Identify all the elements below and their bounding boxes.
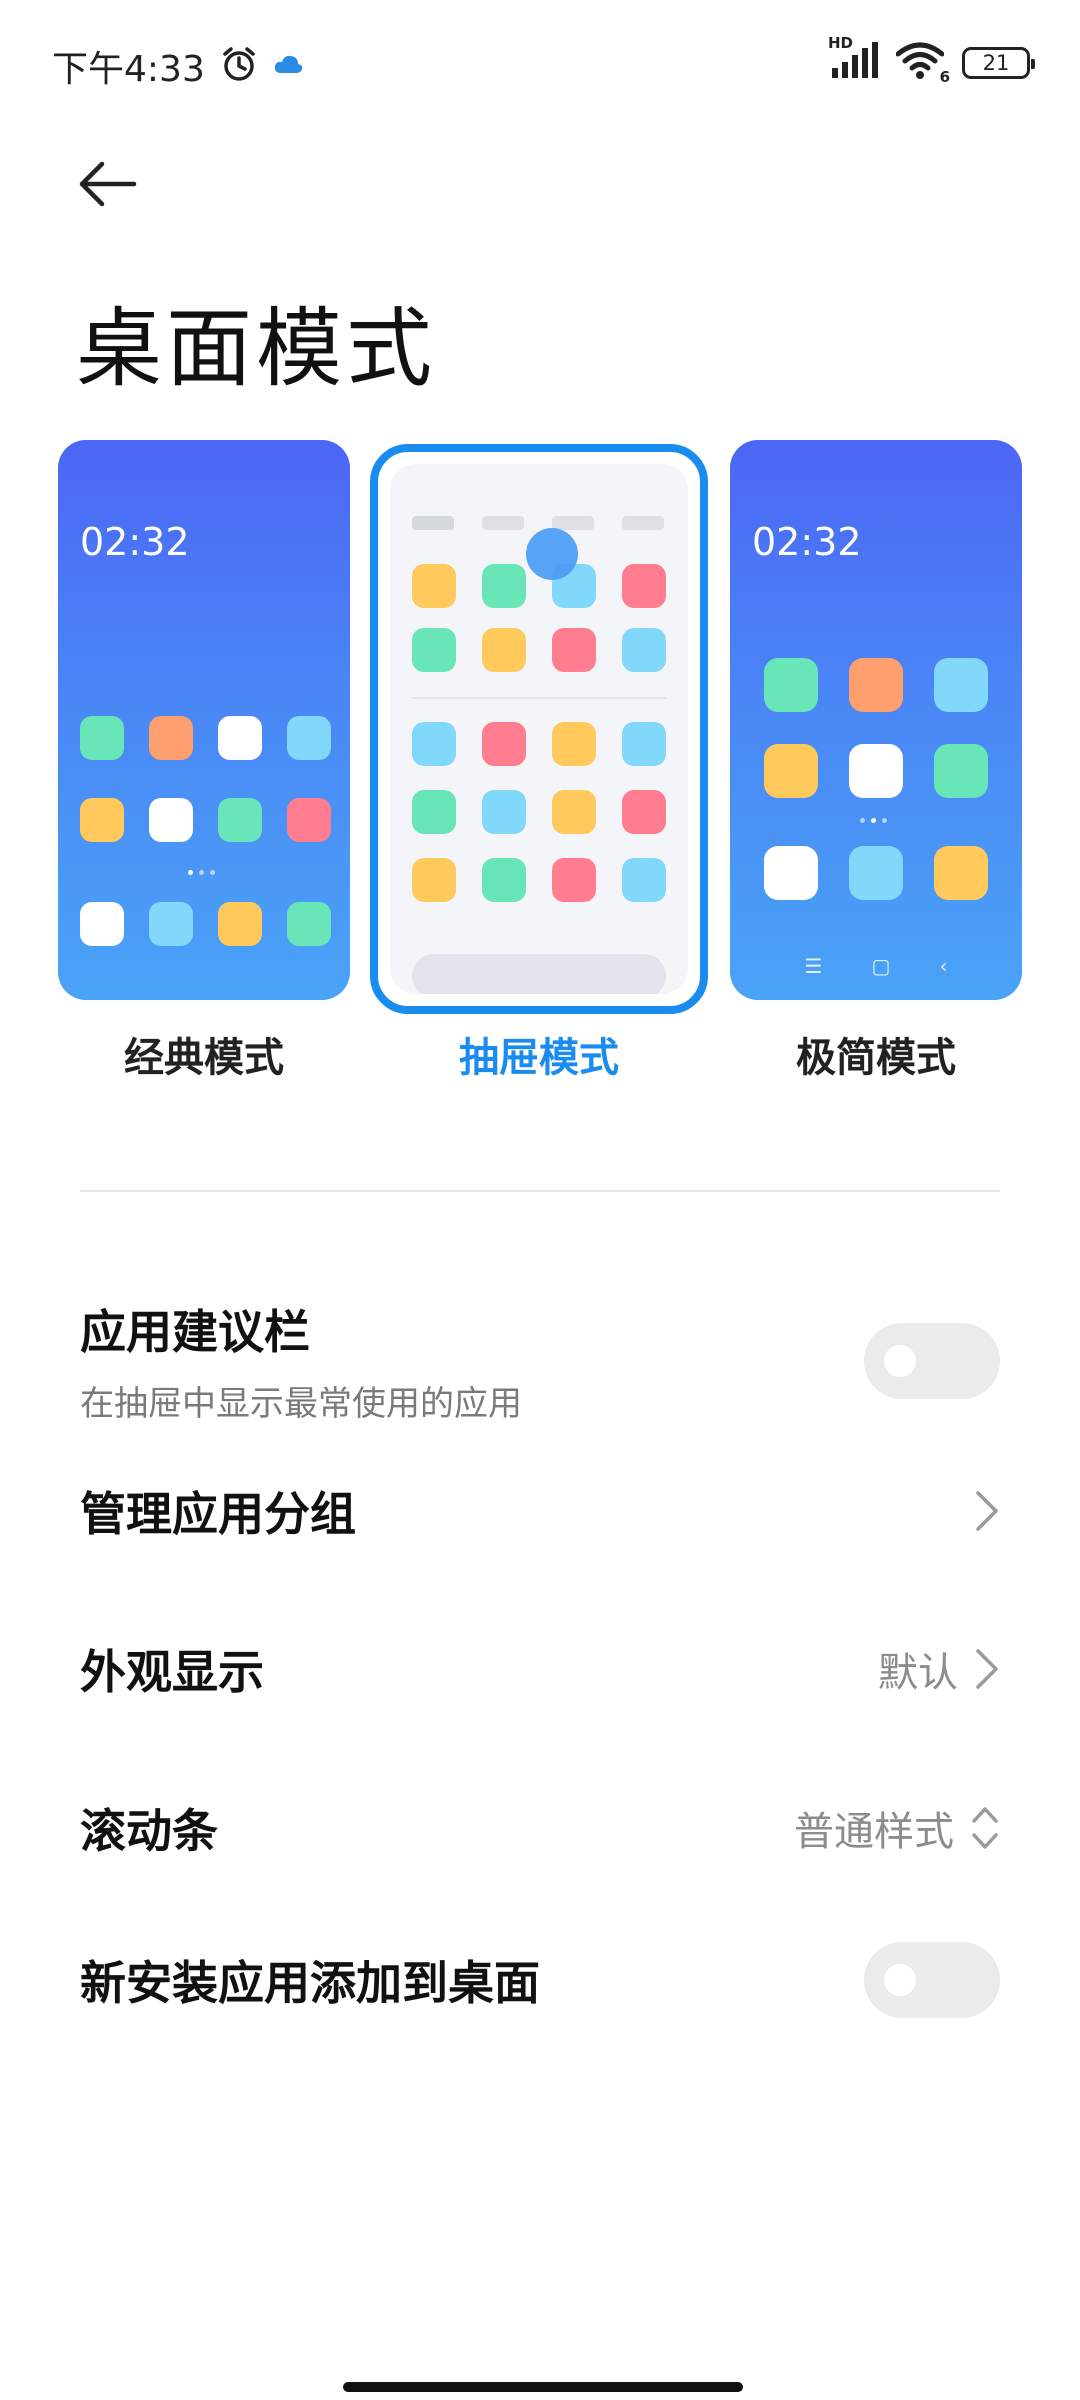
page-indicator <box>188 870 215 875</box>
status-bar: 下午4:33 HD 6 21 <box>0 0 1080 130</box>
app-icon <box>482 722 526 766</box>
network-type-label: HD <box>828 34 854 52</box>
cloud-icon <box>273 53 303 79</box>
app-icon <box>287 798 331 842</box>
app-icon <box>482 628 526 672</box>
battery-level: 21 <box>982 51 1010 75</box>
app-icon <box>412 790 456 834</box>
page-indicator <box>860 818 887 823</box>
chevron-up-down-icon <box>972 1807 998 1849</box>
app-icon <box>552 722 596 766</box>
dock-icon <box>934 846 988 900</box>
arrow-left-icon <box>79 161 137 207</box>
chevron-right-icon <box>976 1491 998 1531</box>
setting-subtitle: 在抽屉中显示最常使用的应用 <box>80 1384 522 1424</box>
app-icon <box>934 744 988 798</box>
setting-appearance[interactable]: 外观显示 默认 <box>80 1636 1000 1702</box>
dock-icon <box>287 902 331 946</box>
mode-label-minimal[interactable]: 极简模式 <box>726 1025 1026 1083</box>
setting-title: 外观显示 <box>80 1645 264 1699</box>
app-icon <box>80 716 124 760</box>
app-icon <box>552 790 596 834</box>
page-title: 桌面模式 <box>76 299 436 399</box>
cellular-signal-icon: HD <box>828 34 878 84</box>
drawer-divider <box>412 697 666 699</box>
app-icon <box>764 744 818 798</box>
mode-label-classic[interactable]: 经典模式 <box>54 1025 354 1083</box>
app-icon <box>849 658 903 712</box>
app-icon <box>482 858 526 902</box>
app-icon <box>849 744 903 798</box>
setting-title: 新安装应用添加到桌面 <box>80 1956 540 2010</box>
add-new-apps-toggle[interactable] <box>864 1942 1000 2018</box>
app-icon <box>622 628 666 672</box>
dock-icon <box>849 846 903 900</box>
battery-icon: 21 <box>962 47 1035 79</box>
drawer-search-bar <box>412 954 666 994</box>
setting-title: 滚动条 <box>80 1804 218 1858</box>
mode-label-drawer[interactable]: 抽屉模式 <box>389 1025 689 1083</box>
wifi-icon: 6 <box>895 42 950 86</box>
app-icon <box>622 722 666 766</box>
app-icon <box>412 564 456 608</box>
setting-value: 普通样式 <box>794 1809 954 1855</box>
dock-icon <box>149 902 193 946</box>
dock-icon <box>764 846 818 900</box>
app-icon <box>412 628 456 672</box>
setting-manage-groups[interactable]: 管理应用分组 <box>80 1478 1000 1544</box>
gesture-home-bar[interactable] <box>343 2382 743 2392</box>
app-icon <box>80 798 124 842</box>
app-icon <box>934 658 988 712</box>
app-icon <box>412 858 456 902</box>
setting-add-new-apps[interactable]: 新安装应用添加到桌面 <box>80 1942 1000 2018</box>
chevron-right-icon <box>976 1649 998 1689</box>
drawer-tab <box>412 516 454 530</box>
app-icon <box>412 722 456 766</box>
app-icon <box>482 564 526 608</box>
dock-icon <box>80 902 124 946</box>
preview-clock: 02:32 <box>80 520 190 564</box>
setting-scrollbar[interactable]: 滚动条 普通样式 <box>80 1795 1000 1861</box>
back-icon: ‹ <box>939 954 948 978</box>
dock-icon <box>218 902 262 946</box>
alarm-icon <box>219 44 259 88</box>
app-icon <box>764 658 818 712</box>
app-icon <box>552 628 596 672</box>
setting-title: 管理应用分组 <box>80 1487 356 1541</box>
app-icon <box>622 858 666 902</box>
preview-clock: 02:32 <box>752 520 862 564</box>
app-icon <box>622 790 666 834</box>
mode-preview-drawer[interactable] <box>370 444 708 1014</box>
drawer-preview-screen <box>390 464 688 994</box>
app-icon <box>552 858 596 902</box>
setting-title: 应用建议栏 <box>80 1305 310 1359</box>
mode-preview-minimal[interactable]: 02:32 ☰ ▢ ‹ <box>730 440 1022 1000</box>
app-icon <box>482 790 526 834</box>
setting-value: 默认 <box>878 1650 958 1696</box>
status-time: 下午4:33 <box>52 49 205 90</box>
app-icon <box>218 716 262 760</box>
touch-indicator <box>526 528 578 580</box>
app-icon <box>149 798 193 842</box>
drawer-tab <box>482 516 524 530</box>
home-icon: ▢ <box>871 954 891 978</box>
menu-icon: ☰ <box>804 954 823 978</box>
app-icon <box>149 716 193 760</box>
section-divider <box>80 1190 1000 1192</box>
setting-app-suggestions[interactable]: 应用建议栏 在抽屉中显示最常使用的应用 <box>80 1296 1000 1425</box>
back-button[interactable] <box>76 152 140 216</box>
suggestions-toggle[interactable] <box>864 1322 1000 1399</box>
app-icon <box>287 716 331 760</box>
drawer-tab <box>622 516 664 530</box>
preview-nav-bar: ☰ ▢ ‹ <box>730 954 1022 978</box>
wifi-label: 6 <box>939 68 950 86</box>
mode-preview-classic[interactable]: 02:32 <box>58 440 350 1000</box>
app-icon <box>218 798 262 842</box>
app-icon <box>622 564 666 608</box>
